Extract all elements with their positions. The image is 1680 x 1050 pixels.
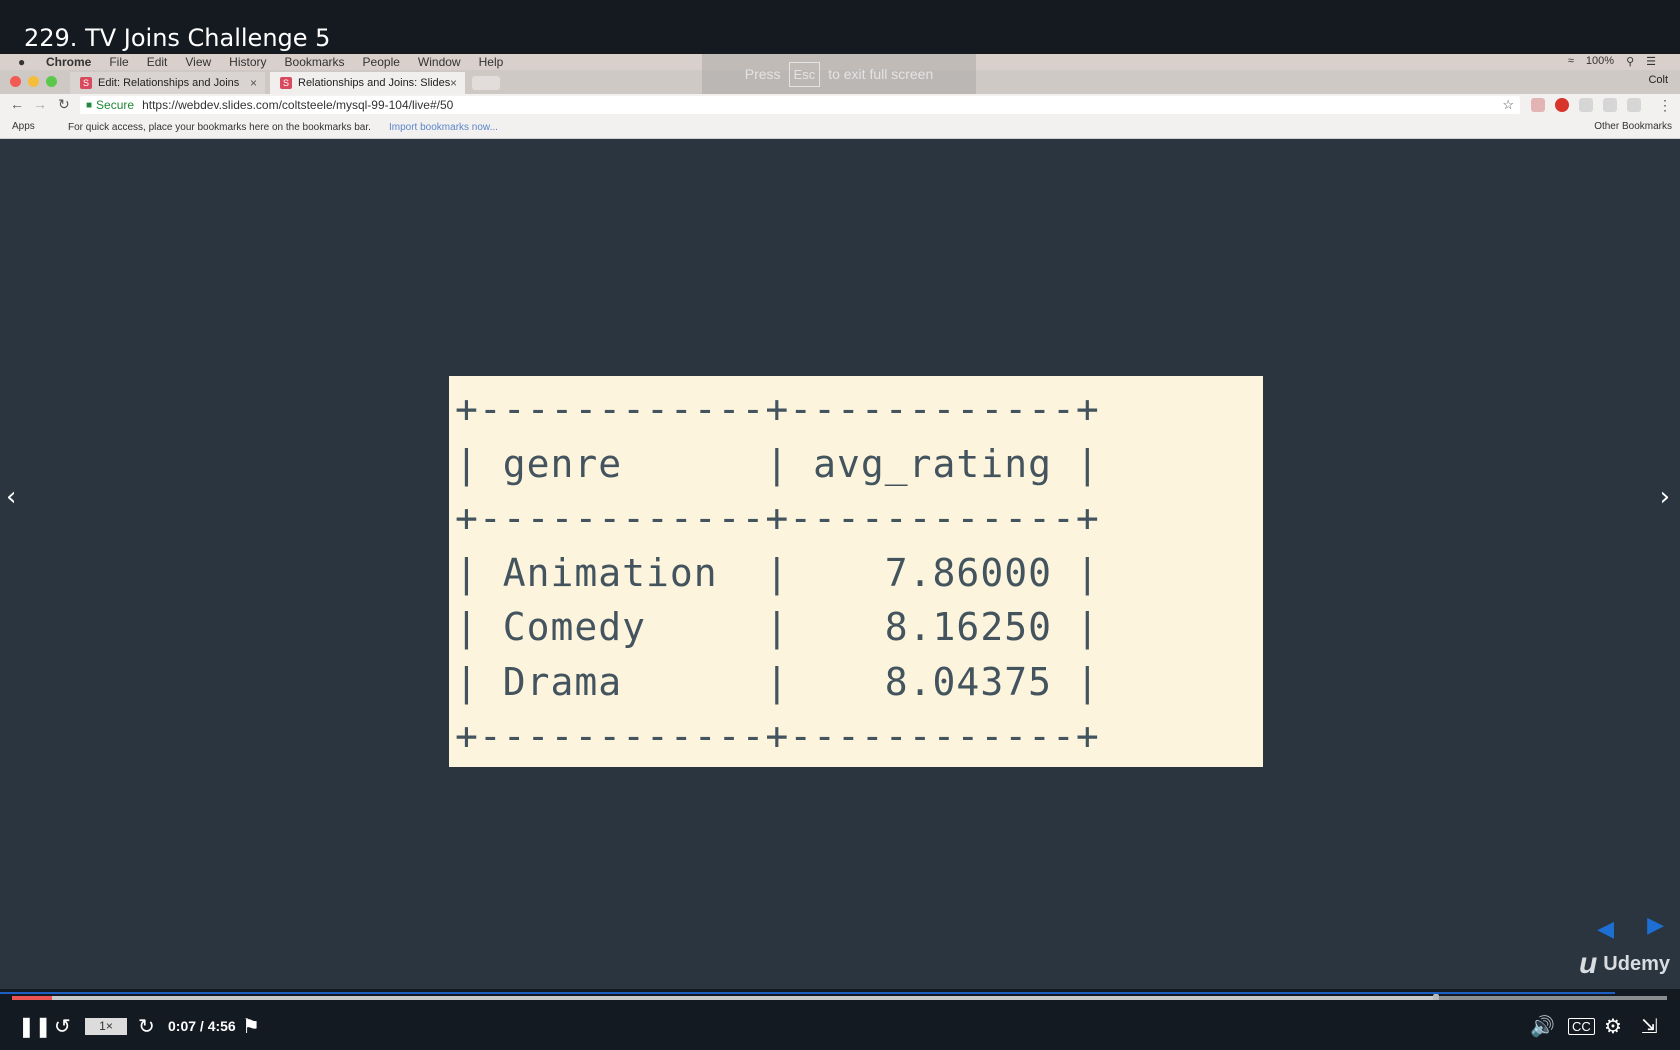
next-lecture-icon[interactable]: › [1660, 482, 1670, 512]
time-display: 0:07 / 4:56 [168, 1018, 236, 1034]
menu-bookmarks[interactable]: Bookmarks [285, 55, 345, 69]
settings-icon[interactable]: ⚙ [1604, 1014, 1622, 1039]
progress-bar[interactable] [0, 992, 1680, 1002]
esc-key: Esc [788, 61, 821, 87]
fullscreen-notice: Press Esc to exit full screen [702, 54, 976, 94]
back-icon[interactable]: ← [10, 96, 24, 112]
slide-prev-icon[interactable]: ◀ [1597, 916, 1614, 942]
wifi-icon[interactable]: ≈ [1568, 55, 1574, 68]
bookmark-icon[interactable]: ⚑ [242, 1014, 260, 1039]
minimize-window-icon[interactable] [28, 76, 39, 87]
table-border-top: +------------+------------+ [455, 387, 1100, 431]
menu-people[interactable]: People [363, 55, 400, 69]
secure-label: Secure [96, 98, 135, 112]
menu-list-icon[interactable]: ☰ [1646, 55, 1656, 68]
search-icon[interactable]: ⚲ [1626, 55, 1634, 68]
profile-button[interactable]: Colt [1648, 74, 1668, 86]
bookmarks-bar: Apps For quick access, place your bookma… [0, 116, 1680, 139]
url-text[interactable]: https://webdev.slides.com/coltsteele/mys… [142, 98, 453, 112]
address-bar[interactable]: ■ Secure https://webdev.slides.com/colts… [80, 96, 1520, 114]
battery-label: 100% [1585, 55, 1615, 67]
other-bookmarks[interactable]: Other Bookmarks [1594, 121, 1672, 132]
slide-result-table: +------------+------------+ | genre | avg… [449, 376, 1263, 767]
chrome-menu-icon[interactable]: ⋮ [1658, 97, 1672, 114]
video-frame[interactable]: ● Chrome File Edit View History Bookmark… [0, 54, 1680, 989]
forward-icon[interactable]: → [33, 96, 47, 112]
app-menu: Chrome File Edit View History Bookmarks … [46, 55, 521, 69]
tab-label: Edit: Relationships and Joins [98, 77, 240, 89]
pause-icon[interactable]: ❚❚ [18, 1014, 52, 1039]
table-header-row: | genre | avg_rating | [455, 441, 1100, 486]
new-tab-button[interactable] [472, 76, 500, 90]
menu-status-icons: ≈ 100% ⚲ ☰ [1568, 55, 1656, 68]
slide-next-icon[interactable]: ▶ [1647, 912, 1664, 938]
bookmark-star-icon[interactable]: ☆ [1502, 97, 1514, 113]
reload-icon[interactable]: ↻ [58, 96, 70, 113]
extension-icon[interactable] [1603, 98, 1617, 112]
volume-icon[interactable]: 🔊 [1530, 1014, 1555, 1039]
extension-icon[interactable] [1579, 98, 1593, 112]
window-controls [10, 76, 57, 87]
udemy-logo: u Udemy [1579, 947, 1670, 981]
tab-label: Relationships and Joins: Slides [298, 77, 451, 89]
table-row: | Drama | 8.04375 | [455, 659, 1100, 704]
udemy-logo-text: Udemy [1603, 952, 1670, 975]
slides-favicon-icon: S [80, 77, 92, 89]
tab-edit-relationships[interactable]: S Edit: Relationships and Joins × [70, 72, 265, 94]
lecture-title: 229. TV Joins Challenge 5 [24, 24, 331, 52]
close-tab-icon[interactable]: × [250, 76, 257, 90]
rewind-icon[interactable]: ↺ [54, 1014, 71, 1039]
tab-relationships-slides[interactable]: S Relationships and Joins: Slides × [270, 72, 465, 94]
menu-edit[interactable]: Edit [147, 55, 168, 69]
player-controls: ❚❚ ↺ 1× ↻ 0:07 / 4:56 ⚑ 🔊 CC ⚙ ⇲ [0, 1000, 1680, 1050]
notice-post: to exit full screen [828, 66, 934, 82]
slides-favicon-icon: S [280, 77, 292, 89]
extension-icon[interactable] [1627, 98, 1641, 112]
previous-lecture-icon[interactable]: ‹ [6, 482, 16, 512]
ascii-table: +------------+------------+ | genre | avg… [455, 382, 1100, 764]
forward-icon[interactable]: ↻ [138, 1014, 155, 1039]
cc-icon[interactable]: CC [1568, 1018, 1595, 1035]
apple-icon[interactable]: ● [18, 55, 25, 69]
table-row: | Animation | 7.86000 | [455, 550, 1100, 595]
menu-chrome[interactable]: Chrome [46, 55, 91, 69]
progress-highlight [0, 992, 1615, 994]
apps-shortcut[interactable]: Apps [12, 121, 35, 132]
lecture-title-bar: 229. TV Joins Challenge 5 [0, 0, 1680, 54]
adblock-icon[interactable] [1555, 98, 1569, 112]
close-window-icon[interactable] [10, 76, 21, 87]
udemy-u-icon: u [1578, 947, 1598, 980]
browser-toolbar: ← → ↻ ■ Secure https://webdev.slides.com… [0, 94, 1680, 116]
notice-pre: Press [744, 66, 781, 82]
maximize-window-icon[interactable] [46, 76, 57, 87]
table-border-bottom: +------------+------------+ [455, 714, 1100, 758]
menu-window[interactable]: Window [418, 55, 461, 69]
exit-fullscreen-icon[interactable]: ⇲ [1641, 1014, 1658, 1039]
extension-icon[interactable] [1531, 98, 1545, 112]
menu-history[interactable]: History [229, 55, 266, 69]
table-border-mid: +------------+------------+ [455, 496, 1100, 540]
close-tab-icon[interactable]: × [450, 76, 457, 90]
bookmarks-hint: For quick access, place your bookmarks h… [68, 122, 371, 133]
table-row: | Comedy | 8.16250 | [455, 605, 1100, 649]
menu-view[interactable]: View [185, 55, 211, 69]
menu-file[interactable]: File [109, 55, 128, 69]
playback-speed-button[interactable]: 1× [85, 1018, 127, 1035]
lock-icon: ■ [86, 99, 93, 111]
import-bookmarks-link[interactable]: Import bookmarks now... [389, 122, 498, 133]
menu-help[interactable]: Help [479, 55, 504, 69]
